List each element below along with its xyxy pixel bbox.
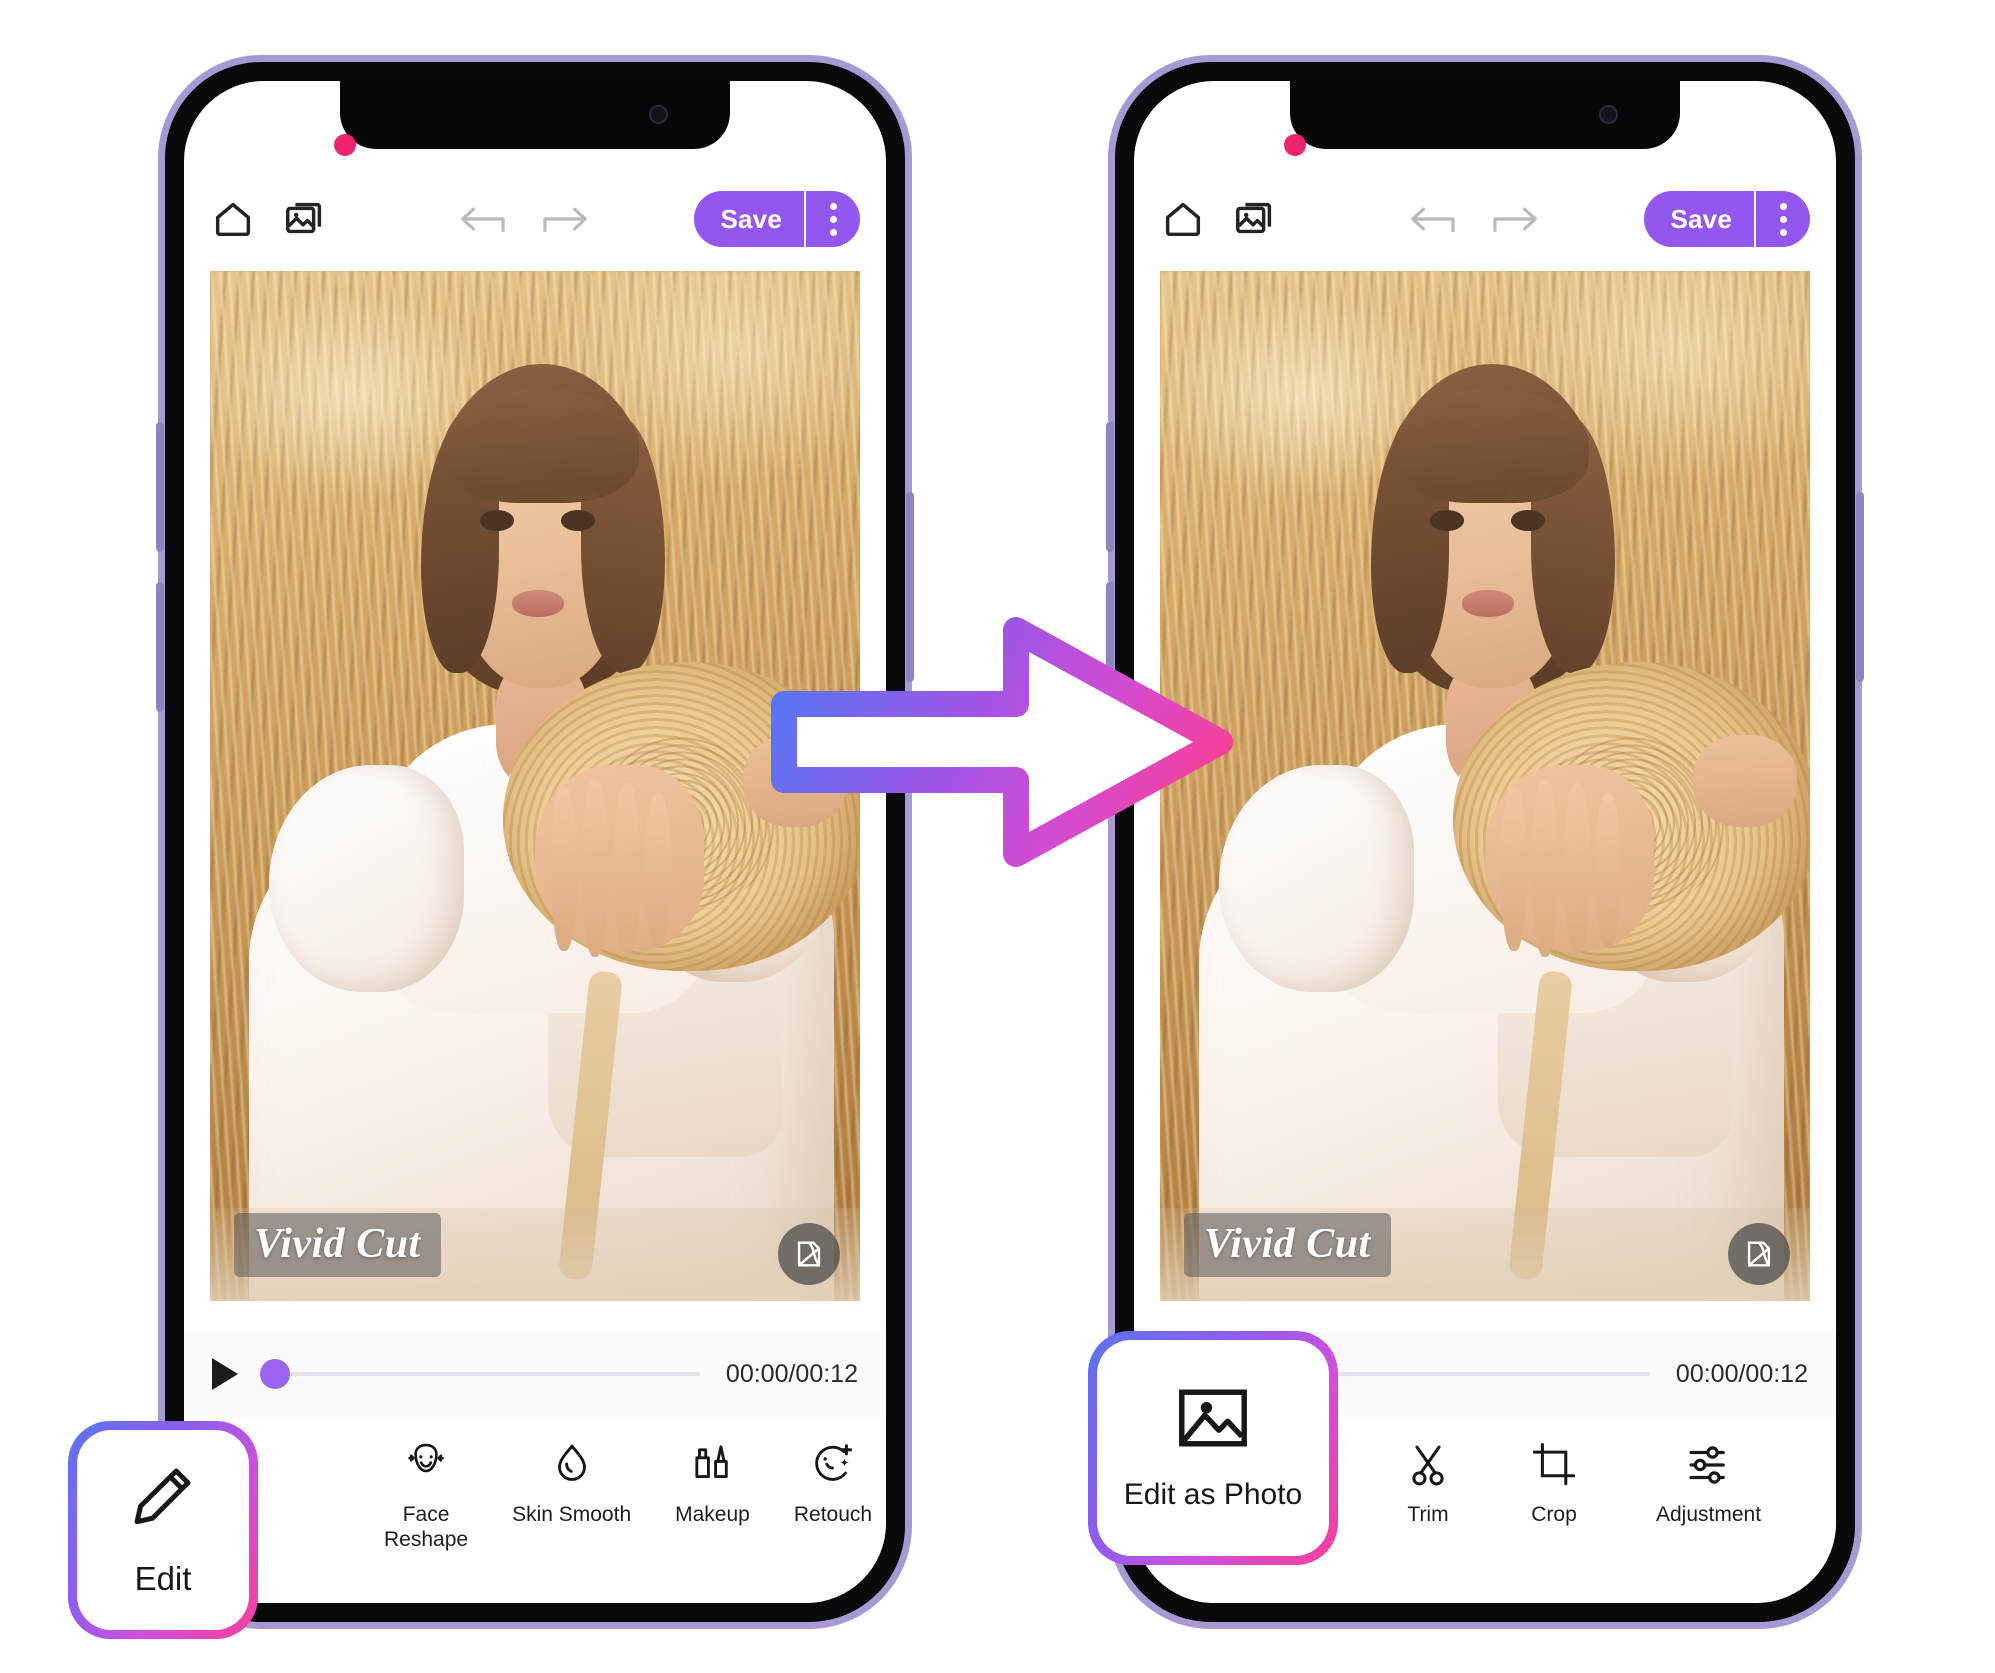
callout-label: Edit [134,1559,192,1597]
volume-up-button[interactable] [156,422,164,552]
tool-label: Retouch [793,1503,873,1526]
play-icon[interactable] [212,1358,238,1390]
redo-arrow-icon[interactable] [1490,199,1546,239]
tool-strip-left: Face Reshape Skin Smooth Makeup Retouch [184,1417,886,1603]
tool-label: Makeup [675,1503,750,1526]
face-reshape-icon [400,1435,452,1495]
tool-label: Crop [1531,1503,1577,1526]
makeup-brush-icon [688,1435,736,1495]
scissors-icon [1404,1435,1452,1495]
sliders-icon [1684,1435,1734,1495]
progress-track[interactable] [260,1359,700,1389]
save-button[interactable]: Save [1644,204,1754,235]
home-icon[interactable] [1160,196,1206,242]
screenshot-canvas: Save Vivid Cut 00:00/00:12 Face Reshape … [0,0,1995,1673]
image-icon [1175,1385,1251,1456]
tool-label: Face Reshape [384,1503,469,1551]
tool-adjustment[interactable]: Adjustment [1656,1435,1761,1528]
save-button[interactable]: Save [694,204,804,235]
video-preview-right[interactable]: Vivid Cut [1160,271,1810,1301]
watermark-label: Vivid Cut [1184,1213,1391,1277]
home-icon[interactable] [210,196,256,242]
retouch-sparkle-icon [808,1435,858,1495]
recording-indicator-dot [334,134,356,156]
tool-trim[interactable]: Trim [1404,1435,1452,1528]
gallery-icon[interactable] [282,196,328,242]
tool-label: Trim [1407,1503,1449,1526]
more-vertical-icon[interactable] [806,191,860,247]
save-button-group[interactable]: Save [694,191,860,247]
tool-crop[interactable]: Crop [1530,1435,1578,1528]
undo-arrow-icon[interactable] [452,199,508,239]
gallery-icon[interactable] [1232,196,1278,242]
top-toolbar-left: Save [184,171,886,267]
callout-edit-as-photo[interactable]: Edit as Photo [1088,1331,1338,1565]
undo-arrow-icon[interactable] [1402,199,1458,239]
recording-indicator-dot [1284,134,1306,156]
player-bar-left: 00:00/00:12 [184,1331,886,1417]
watermark-remove-icon[interactable] [1728,1223,1790,1285]
tool-retouch[interactable]: Retouch [794,1435,872,1528]
watermark-label: Vivid Cut [234,1213,441,1277]
progress-knob[interactable] [260,1359,290,1389]
volume-down-button[interactable] [156,582,164,712]
watermark-remove-icon[interactable] [778,1223,840,1285]
device-notch [1290,81,1680,149]
front-camera-icon [1599,105,1618,124]
crop-icon [1530,1435,1578,1495]
more-vertical-icon[interactable] [1756,191,1810,247]
pencil-icon [130,1463,196,1534]
front-camera-icon [649,105,668,124]
save-button-group[interactable]: Save [1644,191,1810,247]
tool-label: Skin Smooth [512,1503,632,1526]
power-button[interactable] [1856,492,1864,682]
time-label: 00:00/00:12 [1675,1359,1808,1388]
volume-up-button[interactable] [1106,422,1114,552]
redo-arrow-icon[interactable] [540,199,596,239]
tool-makeup[interactable]: Makeup [675,1435,750,1528]
device-notch [340,81,730,149]
right-arrow [762,592,1242,892]
callout-edit[interactable]: Edit [68,1421,258,1639]
tool-label: Adjustment [1656,1503,1762,1526]
tool-skin-smooth[interactable]: Skin Smooth [512,1435,631,1528]
callout-label: Edit as Photo [1123,1477,1303,1511]
time-label: 00:00/00:12 [725,1359,858,1388]
top-toolbar-right: Save [1134,171,1836,267]
tool-face-reshape[interactable]: Face Reshape [384,1435,468,1553]
skin-smooth-droplet-icon [549,1435,595,1495]
portrait-photo [1160,271,1810,1301]
